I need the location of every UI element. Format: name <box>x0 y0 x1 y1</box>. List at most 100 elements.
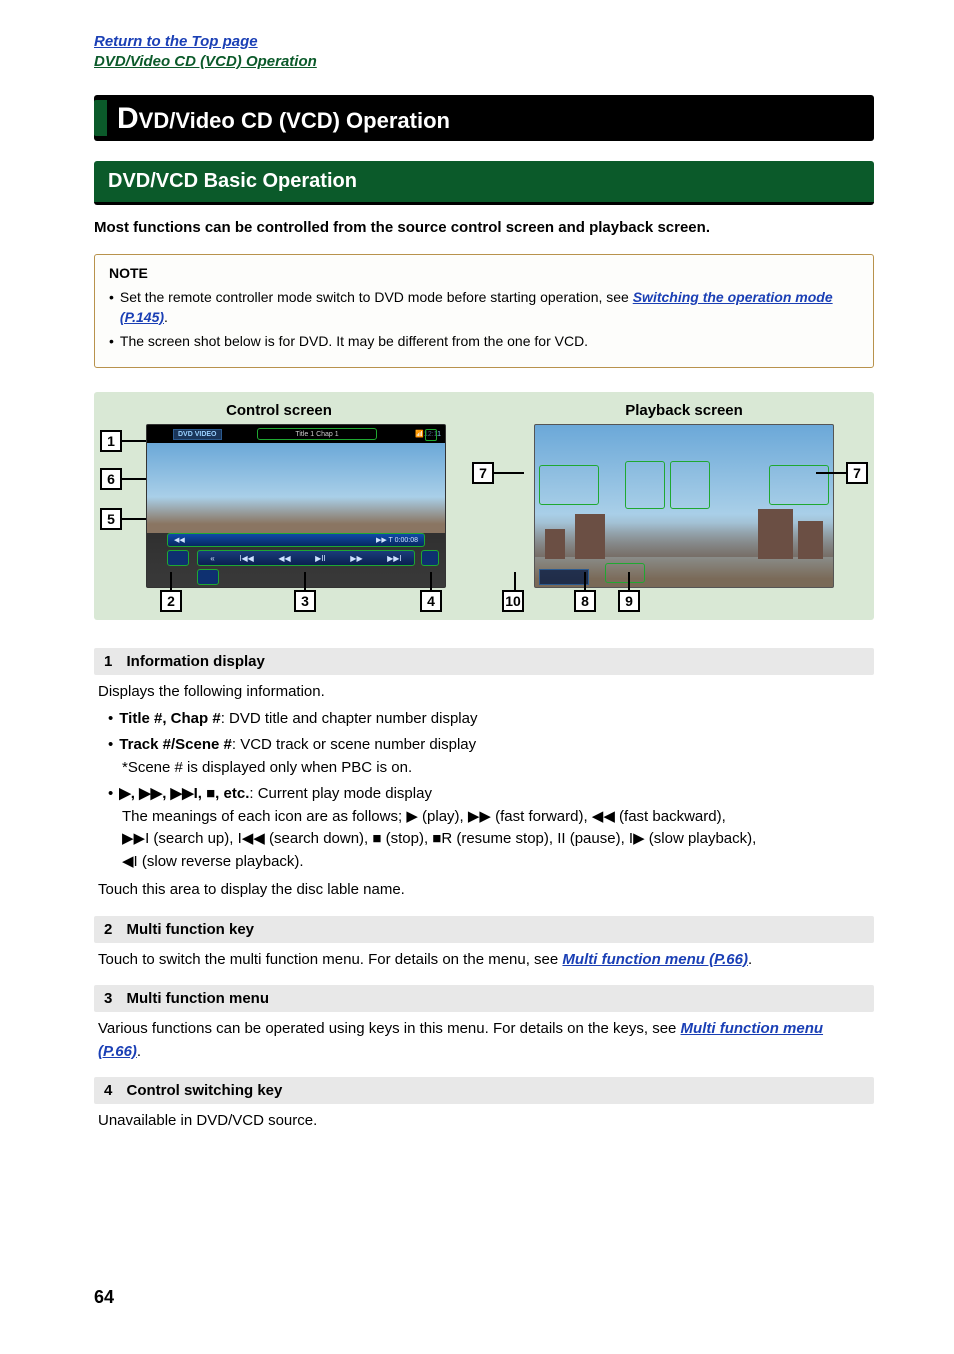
lead-line <box>430 572 432 590</box>
section-title: DVD/VCD Basic Operation <box>108 170 357 192</box>
title-accent <box>94 100 107 136</box>
def-body-4: Unavailable in DVD/VCD source. <box>94 1110 874 1141</box>
def-body-2: Touch to switch the multi function menu.… <box>94 949 874 980</box>
control-switch-icon <box>421 550 439 566</box>
callout-7-left: 7 <box>472 462 494 484</box>
b3-bold: ▶, ▶▶, ▶▶I, ■, etc. <box>119 785 249 802</box>
title-chap-display: Title 1 Chap 1 <box>257 428 377 440</box>
building-icon <box>758 509 793 559</box>
b1-bold: Title #, Chap # <box>119 710 220 727</box>
def-4: 4 Control switching key Unavailable in D… <box>94 1077 874 1141</box>
bullet-icon: • <box>108 783 113 806</box>
lead-line <box>304 572 306 590</box>
note-box: NOTE • Set the remote controller mode sw… <box>94 254 874 369</box>
forward-icon: ▶▶ <box>350 554 362 563</box>
touch-zone-left <box>539 465 599 505</box>
building-icon <box>575 514 605 559</box>
callout-2: 2 <box>160 590 182 612</box>
playpause-icon: ▶II <box>315 554 326 563</box>
callout-10: 10 <box>502 590 524 612</box>
bullet-icon: • <box>109 287 114 328</box>
status-left: ◀◀ <box>174 536 185 544</box>
callout-8: 8 <box>574 590 596 612</box>
def-body-3: Various functions can be operated using … <box>94 1018 874 1071</box>
b3-rest: : Current play mode display <box>249 785 432 802</box>
note-item-1: • Set the remote controller mode switch … <box>109 287 859 328</box>
multi-function-menu-link[interactable]: Multi function menu (P.66) <box>562 951 748 968</box>
lead-line <box>122 518 146 520</box>
control-screen-label: Control screen <box>94 402 464 419</box>
b2-note: *Scene # is displayed only when PBC is o… <box>122 757 870 780</box>
lead-line <box>122 478 146 480</box>
def-head-4: 4 Control switching key <box>94 1077 874 1104</box>
d2-post: . <box>748 951 752 968</box>
multi-key-icon <box>197 569 219 585</box>
control-screen-mock: 📶 12:11 DVD VIDEO Title 1 Chap 1 ◀◀ ▶▶ T… <box>146 424 446 588</box>
touch-zone-bottom <box>605 563 645 583</box>
note1-post: . <box>164 309 168 325</box>
playback-screen-mock <box>534 424 834 588</box>
def1-bullet-3: • ▶, ▶▶, ▶▶I, ■, etc.: Current play mode… <box>98 783 870 806</box>
def1-intro: Displays the following information. <box>98 681 870 704</box>
main-title: DVD/Video CD (VCD) Operation <box>117 100 450 136</box>
signal-icon: 📶 <box>415 430 424 438</box>
lead-line <box>122 440 146 442</box>
touch-zone-right <box>769 465 829 505</box>
def-head-1: 1 Information display <box>94 648 874 675</box>
note-title: NOTE <box>109 265 859 281</box>
def1-outro: Touch this area to display the disc labl… <box>98 879 870 902</box>
lead-line <box>584 572 586 590</box>
page-number: 64 <box>94 1287 114 1308</box>
def-2: 2 Multi function key Touch to switch the… <box>94 916 874 980</box>
icons-pre: The meanings of each icon are as follows… <box>122 808 406 825</box>
b1-rest: : DVD title and chapter number display <box>221 710 478 727</box>
def1-bullet-1: • Title #, Chap #: DVD title and chapter… <box>98 708 870 731</box>
def-num: 3 <box>104 990 112 1007</box>
def-num: 4 <box>104 1082 112 1099</box>
playback-label-icon <box>539 569 589 585</box>
def-head-3: 3 Multi function menu <box>94 985 874 1012</box>
lead-line <box>170 572 172 590</box>
prev-track-icon: « <box>210 554 214 563</box>
dvd-video-label: DVD VIDEO <box>173 429 222 440</box>
def-num: 1 <box>104 653 112 670</box>
status-right: ▶▶ T 0:00:08 <box>376 536 418 544</box>
diagram-panel: Control screen Playback screen 📶 12:11 D… <box>94 392 874 620</box>
icons-line3: ◀I (slow reverse playback). <box>122 851 870 874</box>
icons-line: The meanings of each icon are as follows… <box>122 806 870 829</box>
def-1: 1 Information display Displays the follo… <box>94 648 874 910</box>
callout-9: 9 <box>618 590 640 612</box>
def-title: Multi function menu <box>127 990 269 1007</box>
b2-bold: Track #/Scene # <box>119 736 232 753</box>
callout-3: 3 <box>294 590 316 612</box>
next-track-icon: ▶▶I <box>387 554 402 563</box>
header-links: Return to the Top page DVD/Video CD (VCD… <box>94 32 874 73</box>
b2-rest: : VCD track or scene number display <box>232 736 476 753</box>
callout-1: 1 <box>100 430 122 452</box>
def1-bullet-2: • Track #/Scene #: VCD track or scene nu… <box>98 734 870 757</box>
intro-text: Most functions can be controlled from th… <box>94 219 874 236</box>
note2-text: The screen shot below is for DVD. It may… <box>120 331 588 351</box>
lead-line <box>514 572 516 590</box>
touch-zone-center-right <box>670 461 710 509</box>
seek-status-bar: ◀◀ ▶▶ T 0:00:08 <box>167 533 425 547</box>
breadcrumb-link[interactable]: DVD/Video CD (VCD) Operation <box>94 53 317 70</box>
building-icon <box>545 529 565 559</box>
touch-zone-center-left <box>625 461 665 509</box>
d3-post: . <box>137 1043 141 1060</box>
return-top-link[interactable]: Return to the Top page <box>94 33 258 50</box>
note1-pre: Set the remote controller mode switch to… <box>120 289 633 305</box>
def-body-1: Displays the following information. • Ti… <box>94 681 874 910</box>
play-indicator-icon <box>425 429 437 441</box>
def-title: Information display <box>127 653 265 670</box>
def-title: Multi function key <box>127 921 255 938</box>
loop-icon <box>167 550 189 566</box>
callout-5: 5 <box>100 508 122 530</box>
playback-screen-label: Playback screen <box>494 402 874 419</box>
bullet-icon: • <box>108 708 113 731</box>
bullet-icon: • <box>109 331 114 351</box>
main-title-bar: DVD/Video CD (VCD) Operation <box>94 95 874 141</box>
icons-line2: ▶▶I (search up), I◀◀ (search down), ■ (s… <box>122 828 870 851</box>
callout-7-right: 7 <box>846 462 868 484</box>
building-icon <box>798 521 823 559</box>
